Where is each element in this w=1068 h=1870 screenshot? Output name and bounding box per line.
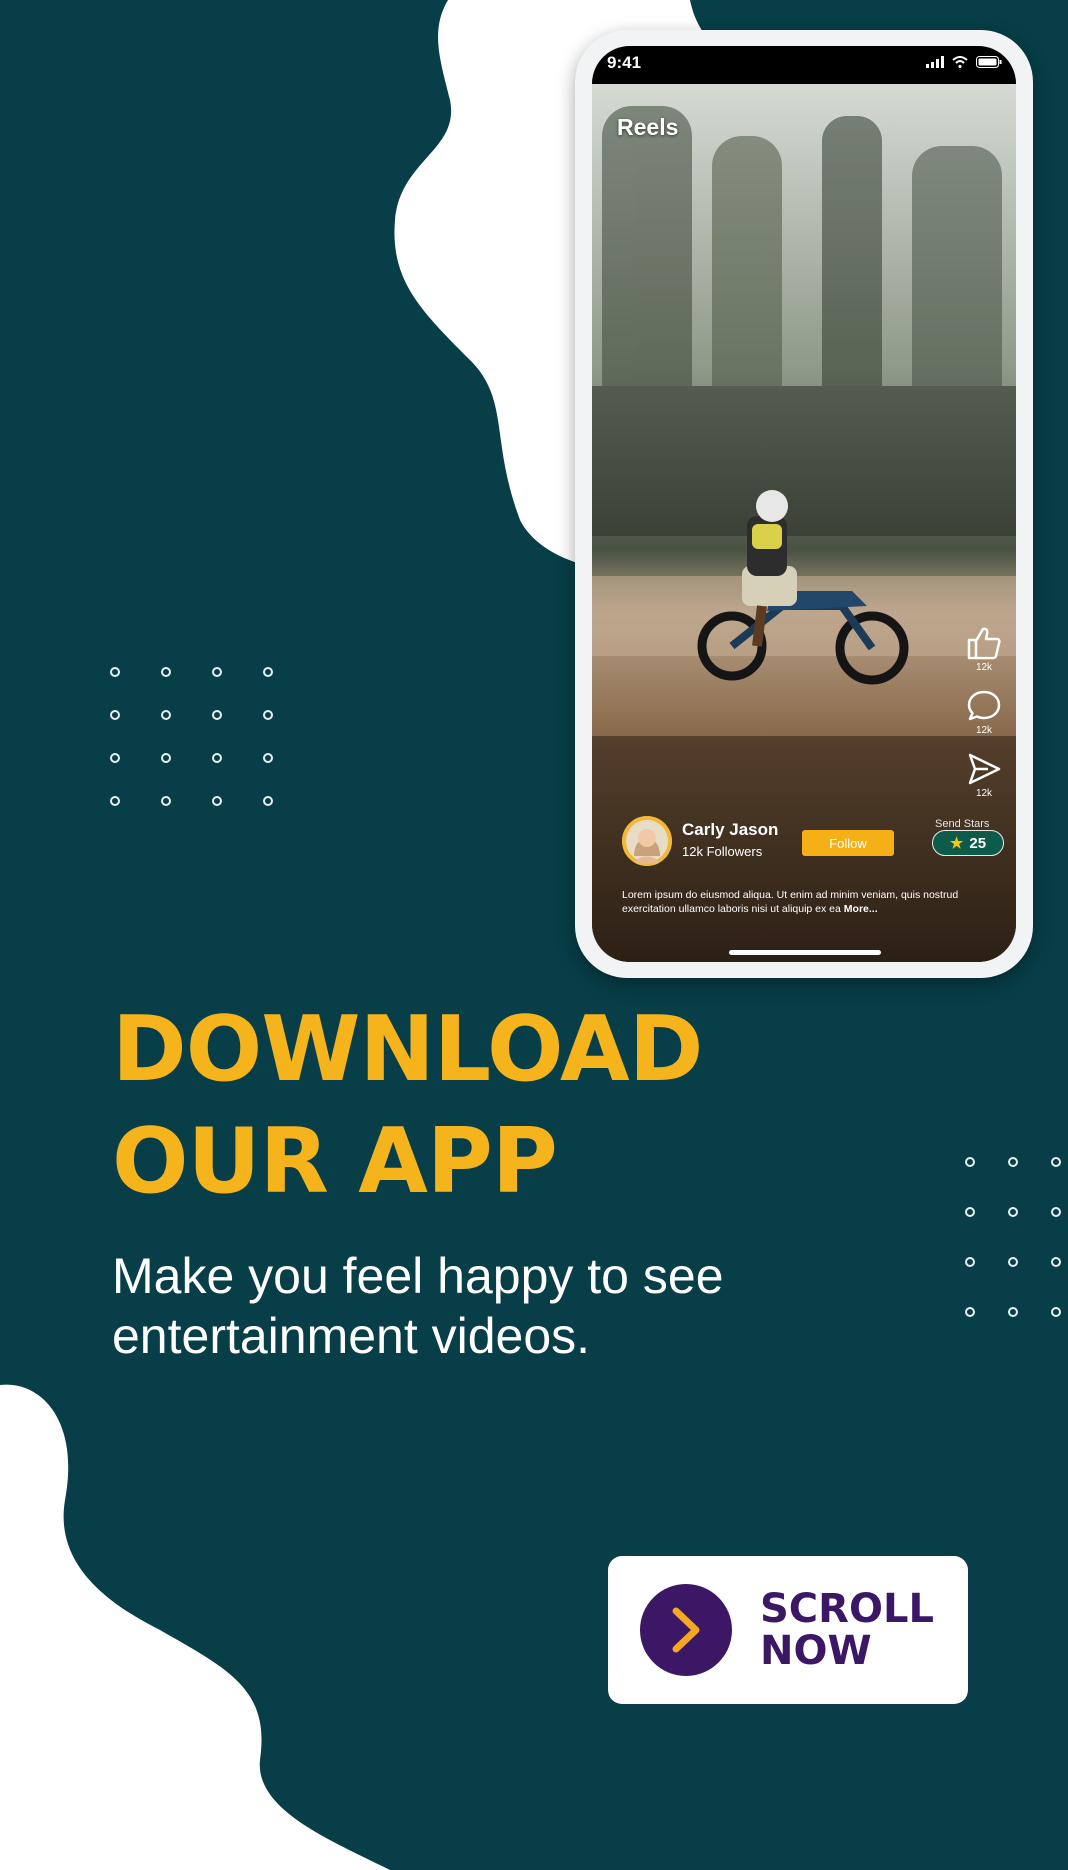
decorative-dot-grid-left [110, 667, 273, 806]
avatar[interactable] [622, 816, 672, 866]
cta-icon-circle [640, 1584, 732, 1676]
creator-followers: 12k Followers [682, 844, 763, 859]
comment-icon [967, 690, 1001, 721]
promo-page: 9:41 Reels 12k 12k 12k Carly Jason 12k F… [0, 0, 1068, 1870]
home-indicator [729, 950, 881, 955]
stars-count: 25 [969, 834, 987, 852]
send-stars-button[interactable]: ★ 25 [932, 830, 1004, 856]
subtext: Make you feel happy to see entertainment… [112, 1246, 724, 1366]
status-time: 9:41 [607, 53, 642, 72]
chevron-right-icon [672, 1607, 700, 1653]
caption-text: Lorem ipsum do eiusmod aliqua. Ut enim a… [622, 889, 959, 915]
creator-bar: Carly Jason 12k Followers Follow Send St… [622, 816, 1012, 876]
status-icons [926, 56, 1002, 68]
avatar-image [622, 816, 672, 866]
phone-mockup: 9:41 Reels 12k 12k 12k Carly Jason 12k F… [575, 30, 1033, 978]
scroll-now-button[interactable]: SCROLL NOW [608, 1556, 968, 1704]
star-icon: ★ [949, 835, 964, 852]
follow-button[interactable]: Follow [802, 830, 894, 856]
subtext-line-2: entertainment videos. [112, 1308, 591, 1364]
thumbs-up-icon [967, 627, 1001, 660]
reel-actions: 12k 12k 12k [956, 626, 1012, 815]
comment-action[interactable]: 12k [956, 689, 1012, 736]
reels-title: Reels [617, 114, 679, 140]
comment-count: 12k [975, 725, 993, 736]
send-stars-label: Send Stars [935, 818, 990, 830]
creator-name: Carly Jason [682, 820, 779, 839]
reel-caption: Lorem ipsum do eiusmod aliqua. Ut enim a… [622, 888, 992, 916]
phone-screen: 9:41 Reels 12k 12k 12k Carly Jason 12k F… [592, 46, 1016, 962]
headline-line-1: DOWNLOAD [112, 997, 703, 1102]
send-icon [968, 753, 1001, 785]
cta-label: SCROLL NOW [760, 1588, 934, 1672]
like-action[interactable]: 12k [956, 626, 1012, 673]
battery-icon [976, 56, 1002, 68]
subtext-line-1: Make you feel happy to see [112, 1248, 724, 1304]
signal-icon [926, 56, 944, 68]
cta-label-line-1: SCROLL [760, 1586, 934, 1632]
headline-line-2: OUR APP [112, 1109, 558, 1214]
share-action[interactable]: 12k [956, 752, 1012, 799]
bottom-white-blob [0, 1384, 390, 1870]
status-bar: 9:41 [592, 46, 1016, 84]
like-count: 12k [975, 662, 993, 673]
cta-label-line-2: NOW [760, 1628, 872, 1674]
headline: DOWNLOAD OUR APP [112, 994, 703, 1218]
share-count: 12k [975, 788, 993, 799]
caption-more-link[interactable]: More... [844, 903, 878, 915]
wifi-icon [952, 56, 968, 68]
decorative-dot-grid-right [965, 1157, 1061, 1317]
